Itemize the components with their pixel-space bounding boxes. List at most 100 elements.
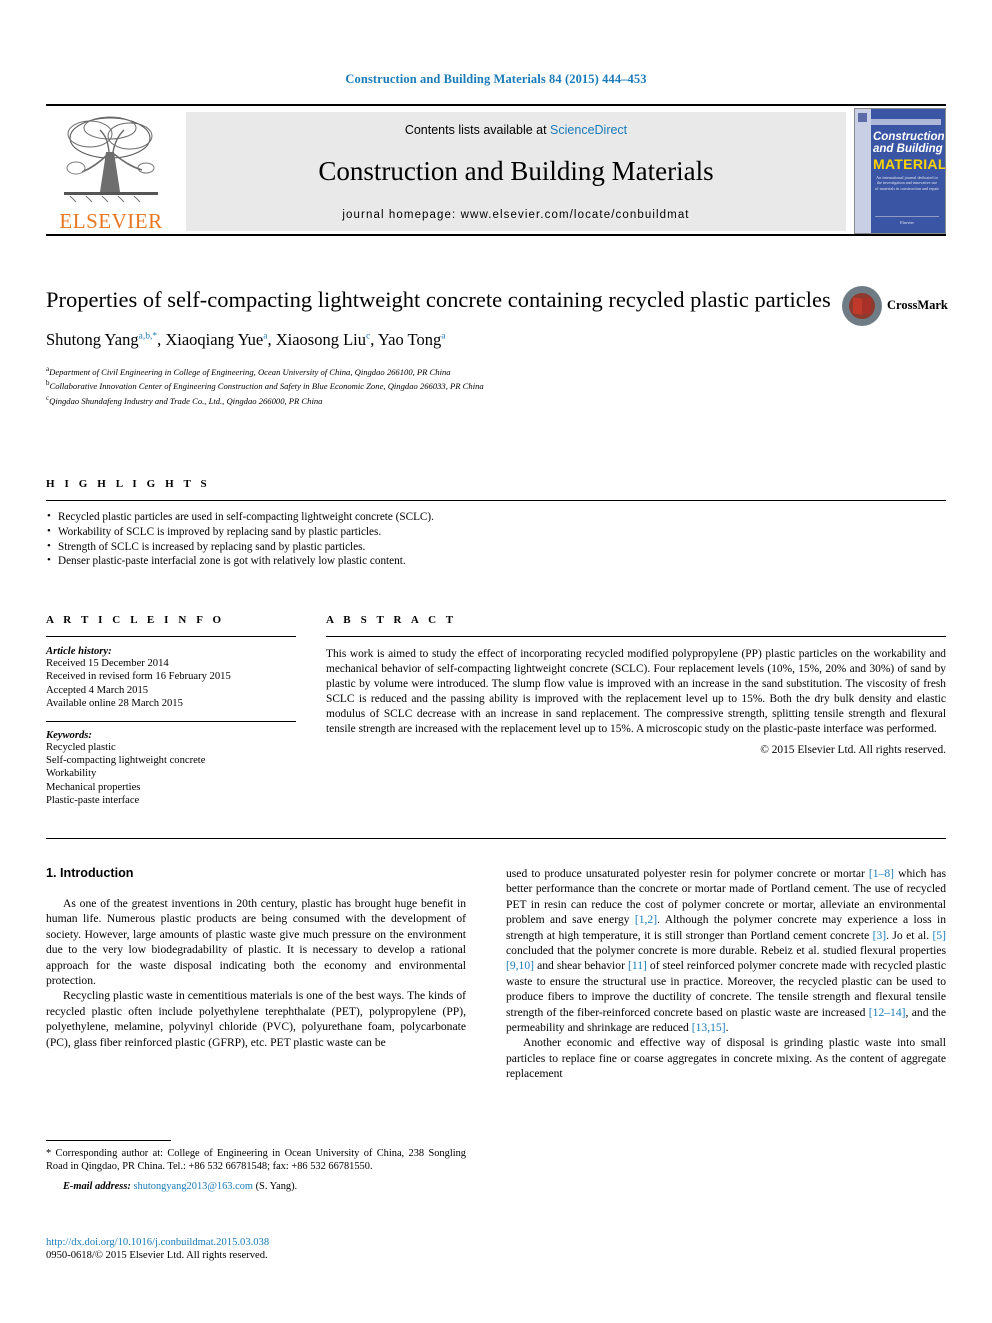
article-history-item: Received in revised form 16 February 201… — [46, 671, 231, 683]
keywords-heading: Keywords: — [46, 729, 92, 741]
highlight-item: Recycled plastic particles are used in s… — [46, 509, 946, 525]
doi-link[interactable]: http://dx.doi.org/10.1016/j.conbuildmat.… — [46, 1237, 486, 1248]
keyword-item: Plastic-paste interface — [46, 795, 140, 807]
abstract-copyright: © 2015 Elsevier Ltd. All rights reserved… — [760, 743, 946, 756]
journal-cover-thumbnail: Construction and Building MATERIALS An i… — [854, 108, 946, 234]
journal-masthead: ELSEVIER Contents lists available at Sci… — [46, 104, 946, 236]
footnote-rule — [46, 1140, 171, 1141]
page-title: Properties of self-compacting lightweigh… — [46, 287, 831, 312]
body-text-run: . — [725, 1021, 729, 1035]
citation-link[interactable]: [12–14] — [869, 1006, 906, 1019]
affiliation-list: aDepartment of Civil Engineering in Coll… — [46, 364, 836, 407]
cover-blurb: An international journal dedicated to th… — [875, 175, 939, 191]
affiliation-item: aDepartment of Civil Engineering in Coll… — [46, 364, 836, 378]
body-text-run: concluded that the polymer concrete is m… — [506, 944, 946, 958]
article-info-rule — [46, 636, 296, 637]
contents-available-line: Contents lists available at ScienceDirec… — [186, 112, 846, 137]
body-text-run: used to produce unsaturated polyester re… — [506, 867, 869, 880]
affiliation-item: bCollaborative Innovation Center of Engi… — [46, 378, 836, 392]
highlights-list: Recycled plastic particles are used in s… — [46, 509, 946, 569]
email-link[interactable]: shutongyang2013@163.com — [133, 1181, 253, 1192]
journal-band: Contents lists available at ScienceDirec… — [186, 112, 846, 231]
keyword-item: Workability — [46, 768, 97, 780]
article-info-heading: A R T I C L E I N F O — [46, 614, 225, 626]
corresponding-author-note: * Corresponding author at: College of En… — [46, 1148, 466, 1173]
crossmark-book-icon — [849, 293, 875, 319]
elsevier-tree-icon — [64, 116, 158, 203]
section-heading-introduction: 1. Introduction — [46, 866, 134, 880]
footnote-area: * Corresponding author at: College of En… — [46, 1140, 466, 1192]
author-affil-marker: a — [263, 331, 268, 342]
affiliation-text: Qingdao Shundafeng Industry and Trade Co… — [49, 395, 323, 406]
running-head: Construction and Building Materials 84 (… — [345, 72, 647, 86]
author-entry[interactable]: Xiaosong Liuc — [276, 330, 371, 349]
abstract-rule — [326, 636, 946, 637]
article-info-section: A R T I C L E I N F O Article history: R… — [46, 614, 296, 808]
highlights-rule — [46, 500, 946, 501]
affiliation-item: cQingdao Shundafeng Industry and Trade C… — [46, 393, 836, 407]
body-column-right: used to produce unsaturated polyester re… — [506, 866, 946, 1082]
article-history-heading: Article history: — [46, 646, 112, 657]
abstract-section: A B S T R A C T This work is aimed to st… — [326, 614, 946, 756]
cover-left-strip — [855, 109, 871, 233]
citation-link[interactable]: [9,10] — [506, 959, 534, 972]
article-history-item: Accepted 4 March 2015 — [46, 684, 149, 696]
author-name: Shutong Yang — [46, 330, 139, 349]
body-separator-rule — [46, 838, 946, 839]
highlights-section: H I G H L I G H T S Recycled plastic par… — [46, 478, 946, 569]
author-list: Shutong Yanga,b,*, Xiaoqiang Yuea, Xiaos… — [46, 330, 446, 349]
citation-link[interactable]: [11] — [628, 959, 647, 972]
author-name: Yao Tong — [377, 330, 442, 349]
issn-copyright: 0950-0618/© 2015 Elsevier Ltd. All right… — [46, 1250, 268, 1261]
sciencedirect-link[interactable]: ScienceDirect — [550, 123, 627, 137]
cover-title-line1: Construction and Building — [873, 131, 945, 155]
citation-link[interactable]: [1,2] — [635, 913, 657, 926]
author-entry[interactable]: Xiaoqiang Yuea — [165, 330, 267, 349]
author-name: Xiaosong Liu — [275, 330, 367, 349]
body-paragraph: Recycling plastic waste in cementitious … — [46, 989, 466, 1049]
journal-homepage-link[interactable]: journal homepage: www.elsevier.com/locat… — [186, 209, 846, 221]
elsevier-wordmark: ELSEVIER — [59, 209, 163, 233]
journal-title: Construction and Building Materials — [318, 156, 714, 186]
body-paragraph: As one of the greatest inventions in 20t… — [46, 897, 466, 988]
article-history-item: Received 15 December 2014 — [46, 658, 169, 669]
author-entry[interactable]: Yao Tonga — [378, 330, 446, 349]
author-affil-marker: a — [441, 331, 446, 342]
cover-footer: Elsevier — [875, 216, 939, 225]
cover-line1-text: Construction — [873, 131, 945, 143]
paper-page: Construction and Building Materials 84 (… — [0, 0, 992, 1323]
contents-prefix: Contents lists available at — [404, 123, 551, 137]
citation-link[interactable]: [3] — [873, 929, 887, 942]
highlight-item: Workability of SCLC is improved by repla… — [46, 524, 946, 540]
abstract-heading: A B S T R A C T — [326, 614, 457, 626]
author-name: Xiaoqiang Yue — [165, 330, 264, 349]
author-affil-marker: a,b,* — [138, 331, 158, 342]
keyword-item: Recycled plastic — [46, 741, 116, 753]
body-paragraph: Another economic and effective way of di… — [506, 1036, 946, 1081]
cover-title-materials: MATERIALS — [873, 156, 946, 172]
citation-link[interactable]: [1–8] — [869, 867, 894, 880]
keyword-item: Self-compacting lightweight concrete — [46, 755, 206, 767]
doi-block: http://dx.doi.org/10.1016/j.conbuildmat.… — [46, 1237, 486, 1261]
body-text-run: and shear behavior — [534, 959, 628, 973]
citation-link[interactable]: [13,15] — [692, 1021, 726, 1034]
body-text-run: . Jo et al. — [886, 928, 933, 942]
body-column-left: 1. Introduction As one of the greatest i… — [46, 866, 466, 1050]
highlight-item: Strength of SCLC is increased by replaci… — [46, 539, 946, 555]
cover-corner-square — [858, 113, 867, 122]
email-label: E-mail address: — [63, 1180, 131, 1192]
email-suffix: (S. Yang). — [252, 1180, 298, 1192]
elsevier-logo: ELSEVIER — [46, 112, 176, 233]
keywords-block: Keywords: Recycled plastic Self-compacti… — [46, 730, 296, 808]
email-note: E-mail address: shutongyang2013@163.com … — [46, 1181, 466, 1192]
article-history-item: Available online 28 March 2015 — [46, 698, 183, 710]
author-entry[interactable]: Shutong Yanga,b,* — [46, 330, 157, 349]
crossmark-badge[interactable]: CrossMark — [842, 286, 962, 328]
title-block: Properties of self-compacting lightweigh… — [46, 286, 836, 407]
article-history-block: Article history: Received 15 December 20… — [46, 646, 296, 711]
affiliation-text: Collaborative Innovation Center of Engin… — [49, 381, 484, 392]
body-paragraph-with-refs: used to produce unsaturated polyester re… — [506, 866, 946, 1035]
citation-link[interactable]: [5] — [932, 929, 946, 942]
crossmark-icon — [842, 286, 882, 326]
keywords-rule — [46, 720, 296, 722]
